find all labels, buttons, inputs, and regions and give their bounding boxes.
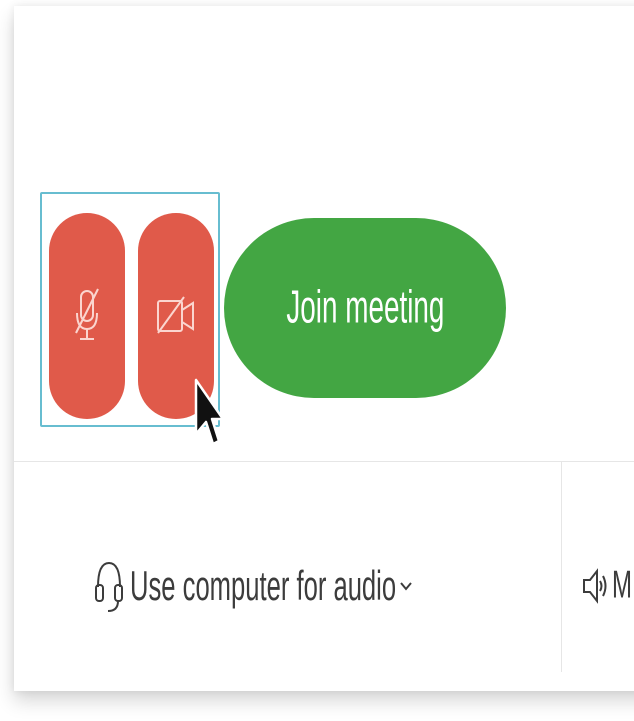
headset-icon — [95, 561, 123, 612]
computer-audio-label: Use computer for audio — [130, 561, 397, 609]
prejoin-card: Join meeting Use computer for audio M — [14, 6, 634, 691]
join-meeting-button[interactable]: Join meeting — [224, 218, 506, 398]
mic-off-icon — [75, 288, 99, 340]
join-meeting-label: Join meeting — [285, 281, 445, 333]
preview-controls: Join meeting — [14, 6, 634, 468]
audio-options-divider — [561, 462, 562, 672]
video-off-icon — [157, 296, 194, 334]
mouse-pointer-icon — [194, 378, 224, 446]
chevron-down-icon[interactable] — [399, 576, 413, 596]
meeting-prejoin-screen: Join meeting Use computer for audio M — [0, 0, 634, 721]
speaker-label: M — [612, 563, 632, 607]
section-divider — [14, 461, 634, 462]
computer-audio-option[interactable]: Use computer for audio — [94, 541, 413, 631]
mic-toggle-button[interactable] — [49, 213, 125, 419]
speaker-icon — [583, 568, 607, 604]
speaker-option[interactable]: M — [582, 554, 634, 618]
